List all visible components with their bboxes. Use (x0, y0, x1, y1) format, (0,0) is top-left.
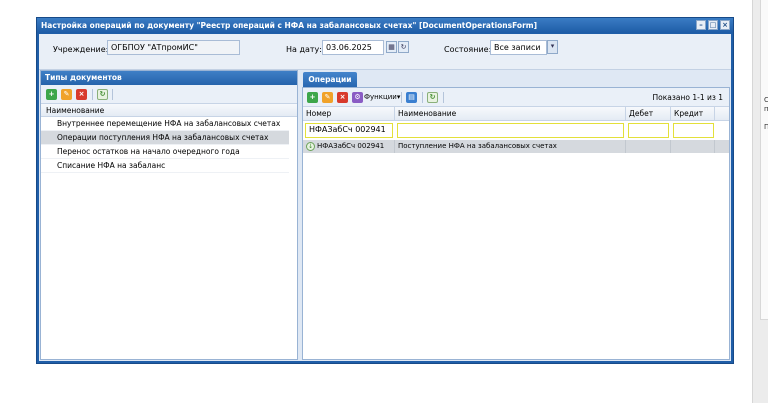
toolbar-separator (401, 92, 402, 103)
toolbar-separator (92, 89, 93, 100)
functions-menu[interactable]: Функции▾ (364, 92, 400, 103)
list-item[interactable]: Операции поступления НФА на забалансовых… (41, 131, 289, 145)
minimize-button[interactable]: – (696, 20, 706, 30)
operations-toolbar: + ✎ × ⚙ Функции▾ ▤ ↻ Показано 1-1 из 1 (303, 88, 729, 107)
row-debit-cell (626, 140, 671, 153)
row-number-cell: ↓ НФАЗабСч 002941 (303, 140, 395, 153)
window-titlebar[interactable]: Настройка операций по документу "Реестр … (37, 18, 733, 33)
document-types-panel: Типы документов + ✎ × ↻ Наименование Вну… (40, 70, 298, 360)
name-column-header[interactable]: Наименование (41, 104, 297, 117)
background-text: п (764, 105, 768, 113)
toolbar-separator (112, 89, 113, 100)
calendar-icon[interactable]: ▦ (386, 41, 397, 53)
list-item[interactable]: Перенос остатков на начало очередного го… (41, 145, 289, 159)
row-status-icon: ↓ (306, 141, 315, 151)
toolbar-separator (443, 92, 444, 103)
paging-info: Показано 1-1 из 1 (652, 93, 723, 102)
close-button[interactable]: × (720, 20, 730, 30)
debit-filter-input[interactable] (628, 123, 669, 138)
date-refresh-icon[interactable]: ↻ (398, 41, 409, 53)
refresh-icon[interactable]: ↻ (427, 92, 438, 103)
row-name-cell: Поступление НФА на забалансовых счетах (395, 140, 626, 153)
add-icon[interactable]: + (307, 92, 318, 103)
row-credit-cell (671, 140, 715, 153)
date-label: На дату: (286, 45, 322, 54)
window-body: Учреждение: ОГБПОУ "АТпромИС" На дату: 0… (39, 34, 731, 361)
refresh-icon[interactable]: ↻ (97, 89, 108, 100)
list-item[interactable]: Внутреннее перемещение НФА на забалансов… (41, 117, 289, 131)
column-debit[interactable]: Дебет (626, 107, 671, 121)
background-side-panel (760, 0, 768, 320)
chevron-down-icon[interactable]: ▾ (547, 40, 558, 54)
functions-label: Функции (364, 93, 397, 101)
credit-filter-input[interactable] (673, 123, 714, 138)
tab-operations[interactable]: Операции (303, 72, 357, 87)
grid-filter-row: НФАЗабСч 002941 (303, 121, 729, 139)
operations-window: Настройка операций по документу "Реестр … (36, 17, 734, 364)
column-credit[interactable]: Кредит (671, 107, 715, 121)
column-name[interactable]: Наименование (395, 107, 626, 121)
operations-panel: + ✎ × ⚙ Функции▾ ▤ ↻ Показано 1-1 из 1 Н… (302, 87, 730, 360)
toolbar-separator (422, 92, 423, 103)
background-right-panel: С п П (752, 0, 768, 403)
state-select[interactable]: Все записи (490, 40, 547, 55)
tab-strip: Операции (302, 70, 730, 87)
name-filter-input[interactable] (397, 123, 624, 138)
table-row[interactable]: ↓ НФАЗабСч 002941 Поступление НФА на заба… (303, 140, 729, 153)
export-icon[interactable]: ▤ (406, 92, 417, 103)
background-text: П (764, 123, 768, 131)
list-item[interactable]: Списание НФА на забаланс (41, 159, 289, 173)
filter-bar: Учреждение: ОГБПОУ "АТпромИС" На дату: 0… (39, 34, 731, 70)
column-number[interactable]: Номер (303, 107, 395, 121)
background-text: С (764, 96, 768, 104)
grid-header: Номер Наименование Дебет Кредит (303, 107, 729, 121)
functions-icon[interactable]: ⚙ (352, 92, 363, 103)
number-filter-input[interactable]: НФАЗабСч 002941 (305, 123, 393, 138)
institution-label: Учреждение: (53, 45, 109, 54)
window-title: Настройка операций по документу "Реестр … (41, 21, 538, 30)
maximize-button[interactable]: □ (708, 20, 718, 30)
date-field[interactable]: 03.06.2025 (322, 40, 384, 55)
delete-icon[interactable]: × (76, 89, 87, 100)
edit-icon[interactable]: ✎ (61, 89, 72, 100)
edit-icon[interactable]: ✎ (322, 92, 333, 103)
delete-icon[interactable]: × (337, 92, 348, 103)
document-types-header: Типы документов (41, 71, 297, 85)
state-label: Состояние: (444, 45, 492, 54)
institution-field[interactable]: ОГБПОУ "АТпромИС" (107, 40, 240, 55)
document-types-toolbar: + ✎ × ↻ (41, 85, 297, 104)
add-icon[interactable]: + (46, 89, 57, 100)
